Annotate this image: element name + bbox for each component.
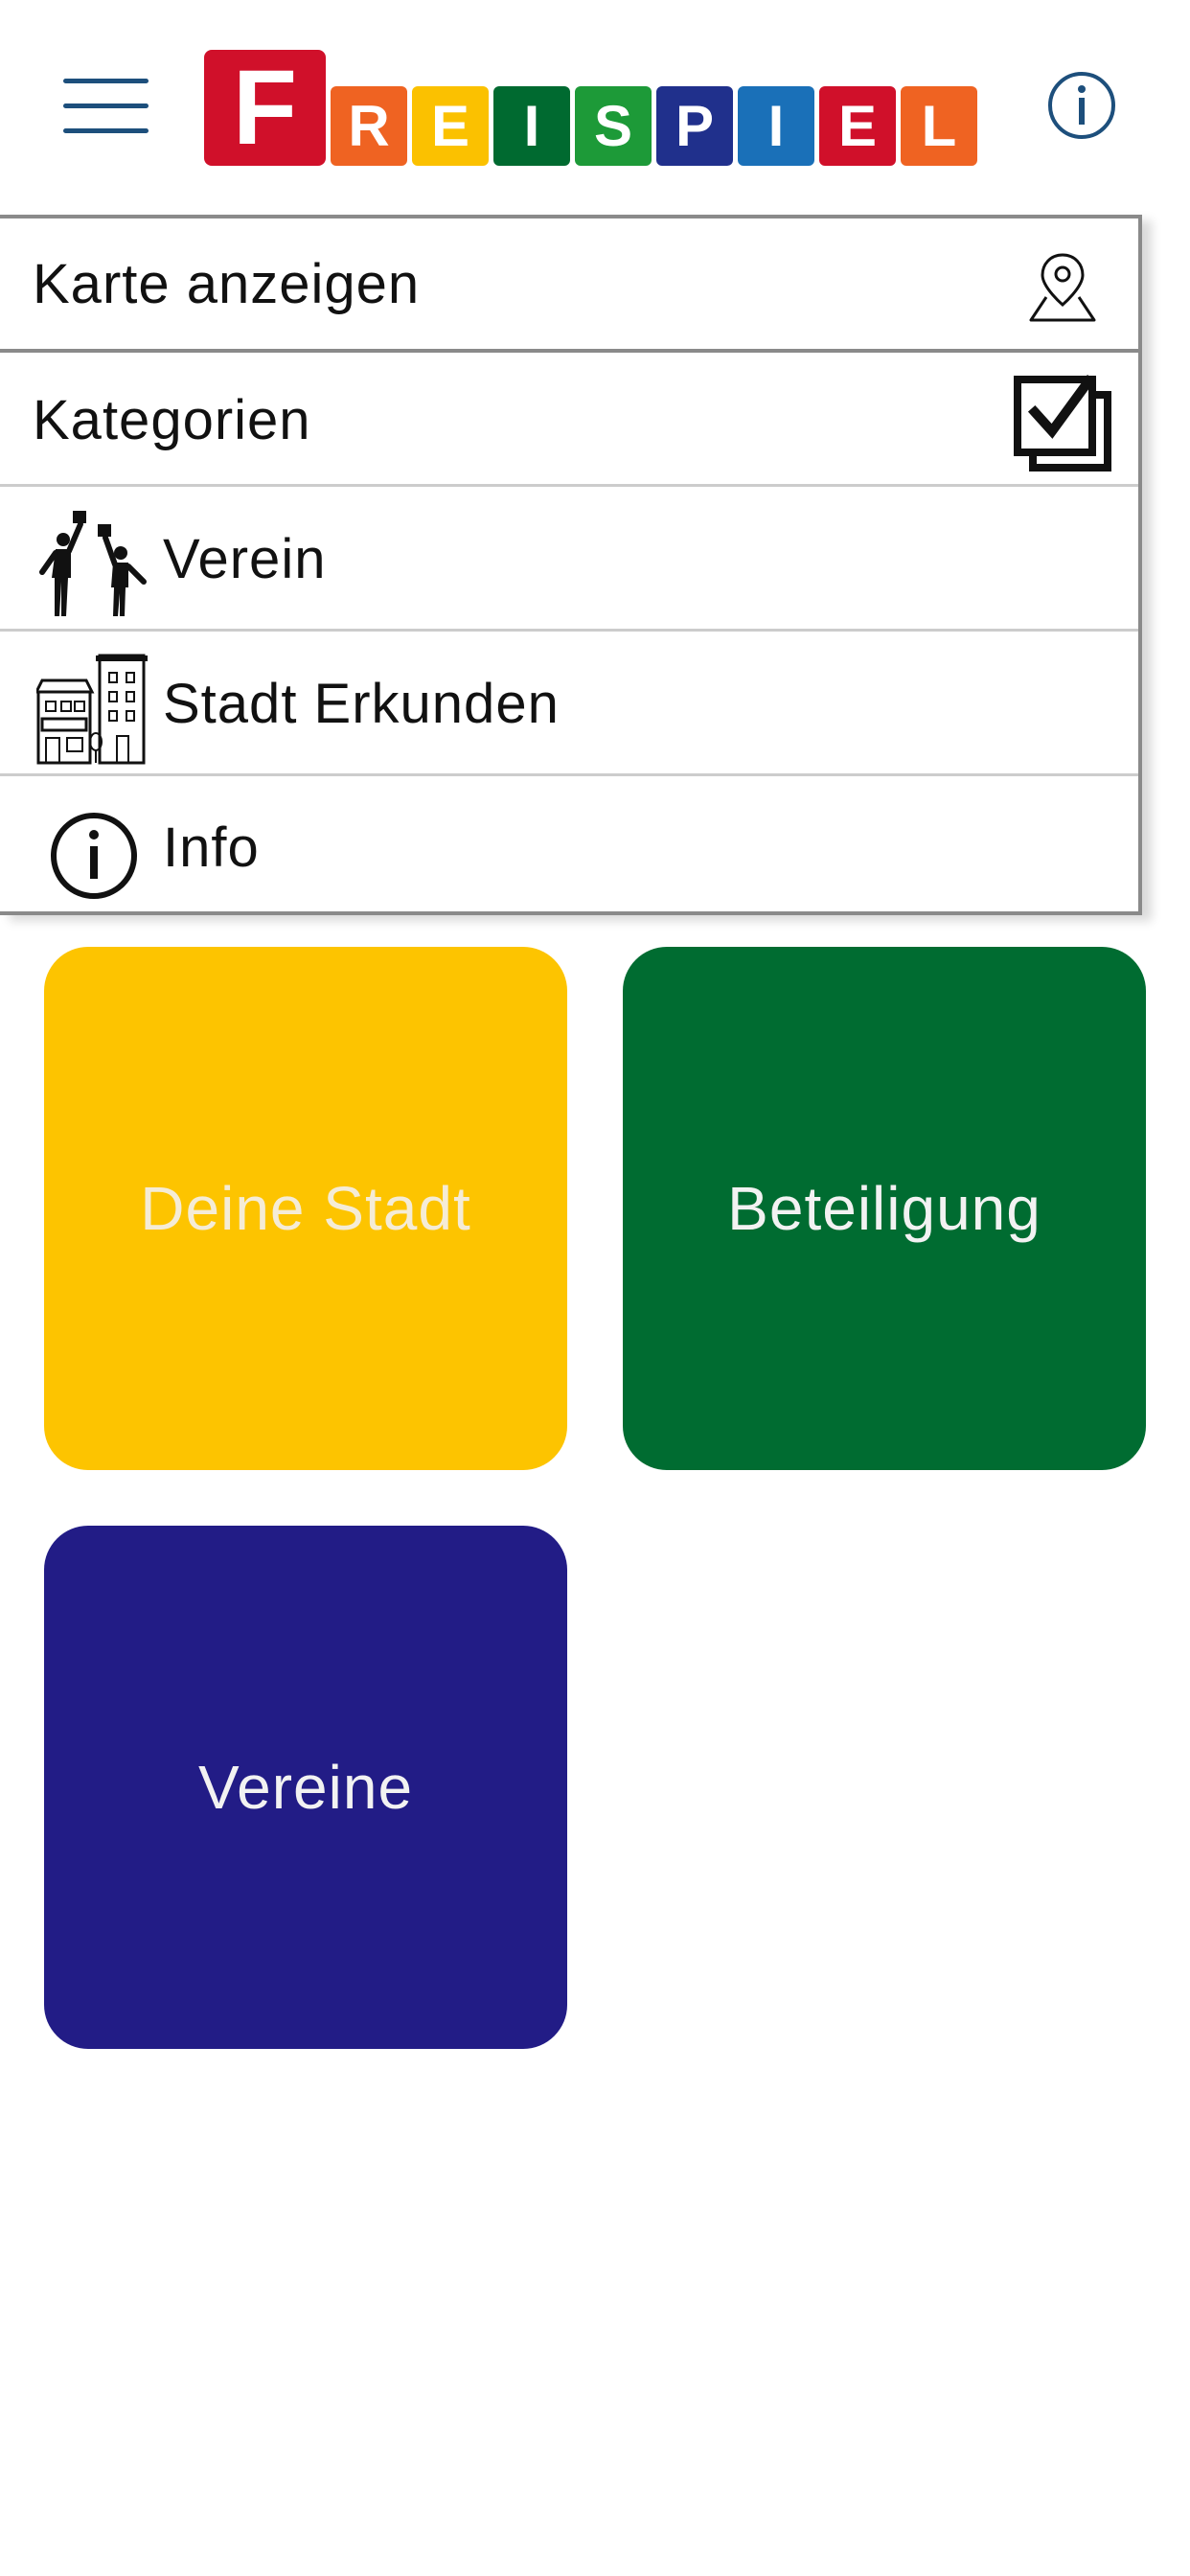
city-buildings-icon: [34, 654, 149, 767]
header-bar: F R E I S P I E L: [0, 0, 1190, 215]
info-icon[interactable]: [1047, 71, 1116, 140]
club-people-icon: [36, 509, 149, 622]
show-map-label: Karte anzeigen: [33, 252, 421, 315]
vereine-tile[interactable]: Vereine: [44, 1526, 567, 2049]
logo-letter: E: [412, 86, 489, 166]
show-map-button[interactable]: Karte anzeigen: [0, 218, 1138, 353]
menu-item-verein[interactable]: Verein: [0, 490, 1138, 632]
freispiel-logo[interactable]: F R E I S P I E L: [204, 49, 986, 167]
info-circle-icon: [36, 798, 149, 911]
multi-checkbox-icon[interactable]: [1014, 374, 1113, 473]
tile-label: Deine Stadt: [140, 1174, 471, 1243]
logo-letter: P: [656, 86, 733, 166]
menu-item-label: Info: [163, 816, 260, 879]
menu-item-info[interactable]: Info: [0, 779, 1138, 915]
menu-item-label: Stadt Erkunden: [163, 673, 560, 735]
app-screen: F R E I S P I E L Karte anzeigen Kategor…: [0, 0, 1190, 2576]
logo-letter: R: [331, 86, 407, 166]
menu-item-label: Verein: [163, 528, 327, 590]
menu-item-stadt-erkunden[interactable]: Stadt Erkunden: [0, 634, 1138, 776]
beteiligung-tile[interactable]: Beteiligung: [623, 947, 1146, 1470]
logo-letter: E: [819, 86, 896, 166]
logo-letter: I: [738, 86, 814, 166]
map-pin-icon: [1025, 249, 1100, 326]
dropdown-menu: Karte anzeigen Kategorien Verein Stadt E…: [0, 215, 1142, 915]
logo-letter: S: [575, 86, 652, 166]
categories-header: Kategorien: [0, 356, 1138, 487]
hamburger-icon[interactable]: [63, 79, 149, 133]
deine-stadt-tile[interactable]: Deine Stadt: [44, 947, 567, 1470]
categories-label: Kategorien: [33, 389, 311, 451]
tile-label: Vereine: [197, 1753, 414, 1822]
logo-letter: L: [901, 86, 977, 166]
logo-letter: I: [493, 86, 570, 166]
tile-label: Beteiligung: [727, 1174, 1041, 1243]
logo-letter-f: F: [204, 49, 326, 167]
